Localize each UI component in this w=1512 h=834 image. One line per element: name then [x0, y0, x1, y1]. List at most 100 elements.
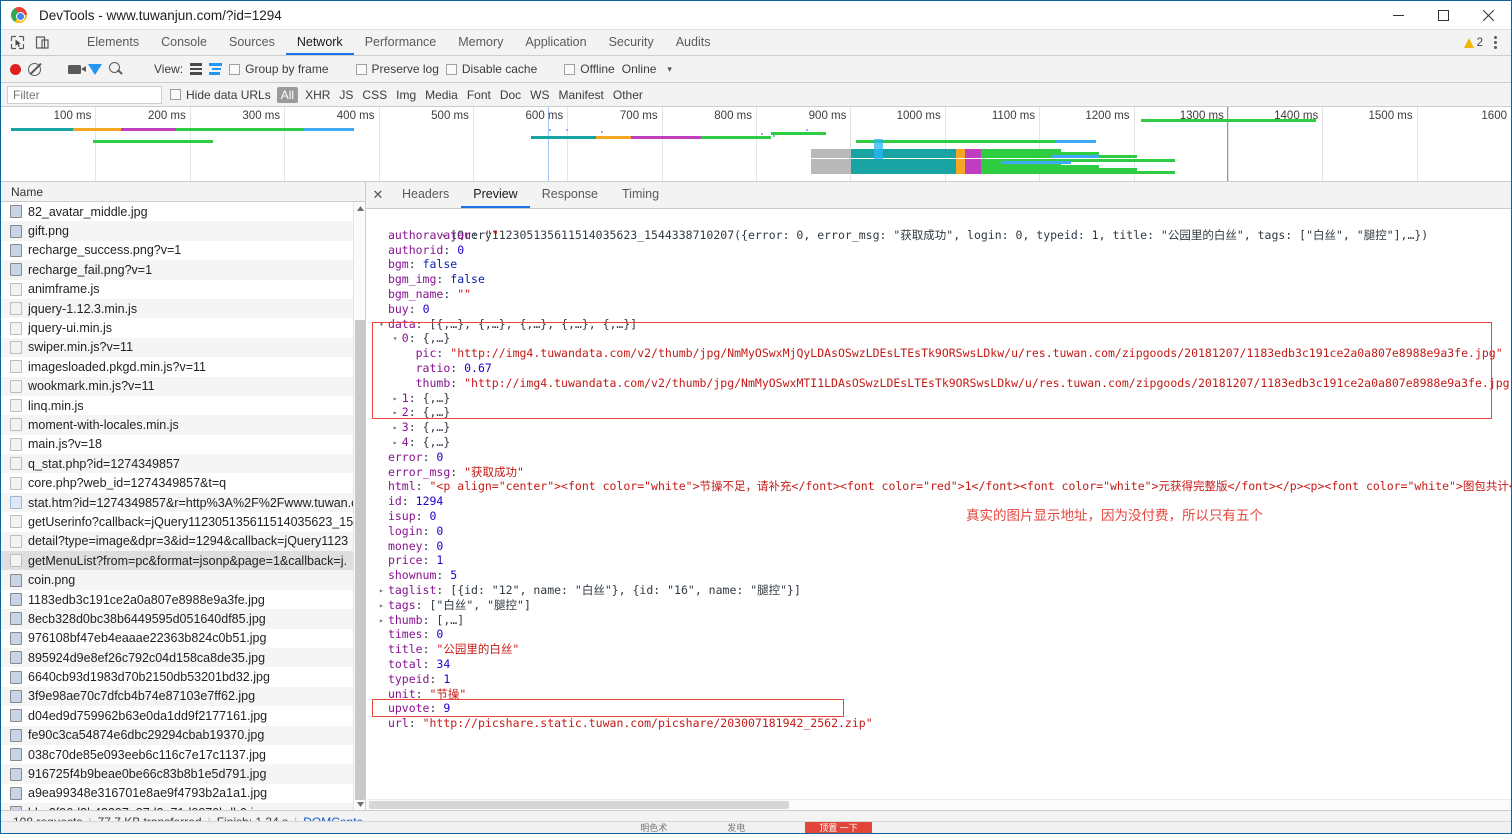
filter-type-ws[interactable]: WS [530, 88, 549, 102]
disable-cache-checkbox[interactable]: Disable cache [445, 62, 537, 76]
table-row[interactable]: linq.min.js [1, 396, 365, 415]
tab-performance[interactable]: Performance [354, 30, 448, 55]
table-row[interactable]: coin.png [1, 570, 365, 590]
filter-funnel-icon[interactable] [88, 63, 102, 75]
table-row[interactable]: 895924d9e8ef26c792c04d158ca8de35.jpg [1, 647, 365, 668]
table-row[interactable]: 1183edb3c191ce2a0a807e8988e9a3fe.jpg [1, 590, 365, 609]
filter-input[interactable] [7, 85, 162, 104]
table-row[interactable]: 916725f4b9beae0be66c83b8b1e5d791.jpg [1, 764, 365, 784]
preview-row[interactable]: title: "公园里的白丝" [372, 642, 1511, 657]
table-row[interactable]: core.php?web_id=1274349857&t=q [1, 473, 365, 492]
preview-row[interactable]: html: "<p align="center"><font color="wh… [372, 479, 1511, 494]
minimize-button[interactable] [1376, 1, 1421, 30]
table-row[interactable]: recharge_success.png?v=1 [1, 241, 365, 260]
preview-row[interactable]: bgm_name: "" [372, 287, 1511, 302]
preview-row[interactable]: times: 0 [372, 627, 1511, 642]
table-row[interactable]: getMenuList?from=pc&format=jsonp&page=1&… [1, 551, 365, 571]
detail-tab-response[interactable]: Response [530, 182, 610, 208]
preview-row[interactable]: upvote: 9 [372, 701, 1511, 716]
filter-type-other[interactable]: Other [613, 88, 643, 102]
preview-row[interactable]: error: 0 [372, 450, 1511, 465]
table-row[interactable]: imagesloaded.pkgd.min.js?v=11 [1, 357, 365, 376]
preview-row[interactable]: total: 34 [372, 657, 1511, 672]
request-rows-container[interactable]: 82_avatar_middle.jpg gift.png recharge_suc… [1, 202, 365, 810]
preview-row[interactable]: data: [{,…}, {,…}, {,…}, {,…}, {,…}] [372, 317, 1511, 332]
close-detail-icon[interactable]: ✕ [366, 182, 390, 208]
close-button[interactable] [1466, 1, 1511, 30]
preview-row[interactable]: 1: {,…} [372, 391, 1511, 406]
toggle-device-toolbar-icon[interactable] [34, 34, 51, 51]
hscrollbar-thumb[interactable] [369, 801, 789, 809]
search-icon[interactable] [109, 62, 123, 76]
waterfall-view-icon[interactable] [209, 63, 223, 75]
record-button-icon[interactable] [10, 63, 21, 75]
chevron-down-icon[interactable]: ▾ [663, 64, 676, 75]
more-options-icon[interactable] [1489, 36, 1502, 49]
table-row[interactable]: 8ecb328d0bc38b6449595d051640df85.jpg [1, 609, 365, 629]
warning-badge[interactable]: 2 [1463, 37, 1483, 49]
scrollbar-thumb[interactable] [355, 320, 365, 800]
preview-row[interactable]: 0: {,…} [372, 331, 1511, 346]
table-row[interactable]: a9ea99348e316701e8ae9f4793b2a1a1.jpg [1, 784, 365, 803]
preview-row[interactable]: tags: ["白丝", "腿控"] [372, 598, 1511, 613]
network-overview-timeline[interactable]: 100 ms 200 ms 300 ms 400 ms 500 ms 600 ms 700 … [1, 107, 1511, 182]
request-list-header[interactable]: Name [1, 182, 365, 202]
table-row[interactable]: d04ed9d759962b63e0da1dd9f2177161.jpg [1, 706, 365, 725]
table-row[interactable]: swiper.min.js?v=11 [1, 337, 365, 358]
tab-application[interactable]: Application [514, 30, 597, 55]
disclosure-triangle-icon[interactable] [393, 421, 402, 436]
disclosure-triangle-icon[interactable] [441, 229, 450, 244]
preview-row[interactable]: error_msg: "获取成功" [372, 465, 1511, 480]
hide-data-urls-checkbox[interactable]: Hide data URLs [170, 88, 271, 102]
table-row[interactable]: bbe3f96d3b43397e87d3e71d0870bdb0.jpg [1, 803, 365, 810]
preview-row[interactable]: 4: {,…} [372, 435, 1511, 450]
vertical-scrollbar[interactable] [353, 202, 365, 810]
filter-type-css[interactable]: CSS [362, 88, 387, 102]
filter-type-media[interactable]: Media [425, 88, 458, 102]
detail-tab-preview[interactable]: Preview [461, 182, 530, 208]
disclosure-triangle-icon[interactable] [379, 599, 388, 614]
filter-type-js[interactable]: JS [339, 88, 353, 102]
scroll-up-arrow-icon[interactable] [354, 202, 365, 214]
disclosure-triangle-icon[interactable] [379, 318, 388, 333]
table-row[interactable]: 038c70de85e093eeb6c116c7e17c1137.jpg [1, 745, 365, 764]
preview-row[interactable]: authorid: 0 [372, 243, 1511, 258]
table-row[interactable]: fe90c3ca54874e6dbc29294cbab19370.jpg [1, 725, 365, 745]
list-view-icon[interactable] [190, 63, 203, 75]
disclosure-triangle-icon[interactable] [393, 392, 402, 407]
preserve-log-checkbox[interactable]: Preserve log [355, 62, 439, 76]
tab-console[interactable]: Console [150, 30, 218, 55]
table-row[interactable]: recharge_fail.png?v=1 [1, 260, 365, 280]
tab-security[interactable]: Security [598, 30, 665, 55]
table-row[interactable]: 82_avatar_middle.jpg [1, 202, 365, 221]
preview-row[interactable]: unit: "节操" [372, 687, 1511, 702]
tab-elements[interactable]: Elements [76, 30, 150, 55]
filter-type-doc[interactable]: Doc [500, 88, 521, 102]
table-row[interactable]: animframe.js [1, 280, 365, 299]
taskbar-button[interactable]: 顶置 一下 [805, 822, 872, 833]
offline-checkbox[interactable]: Offline [564, 62, 615, 76]
tab-network[interactable]: Network [285, 30, 354, 55]
disclosure-triangle-icon[interactable] [393, 406, 402, 421]
table-row[interactable]: jquery-ui.min.js [1, 318, 365, 337]
preview-row[interactable]: thumb: [,…] [372, 613, 1511, 628]
preview-row[interactable]: buy: 0 [372, 302, 1511, 317]
screenshot-camera-icon[interactable] [68, 64, 86, 74]
detail-tab-timing[interactable]: Timing [610, 182, 671, 208]
preview-row[interactable]: isup: 0 [372, 509, 1511, 524]
preview-row[interactable]: typeid: 1 [372, 672, 1511, 687]
filter-type-all[interactable]: All [276, 86, 299, 103]
preview-row[interactable]: login: 0 [372, 524, 1511, 539]
preview-row[interactable]: bgm: false [372, 257, 1511, 272]
preview-row[interactable]: money: 0 [372, 539, 1511, 554]
preview-row[interactable]: id: 1294 [372, 494, 1511, 509]
table-row[interactable]: gift.png [1, 221, 365, 241]
tab-sources[interactable]: Sources [218, 30, 286, 55]
preview-row[interactable]: pic: "http://img4.tuwandata.com/v2/thumb… [372, 346, 1511, 361]
disclosure-triangle-icon[interactable] [379, 584, 388, 599]
disclosure-triangle-icon[interactable] [379, 614, 388, 629]
disclosure-triangle-icon[interactable] [393, 332, 402, 347]
table-row[interactable]: 976108bf47eb4eaaae22363b824c0b51.jpg [1, 629, 365, 648]
filter-type-img[interactable]: Img [396, 88, 416, 102]
tab-audits[interactable]: Audits [665, 30, 722, 55]
